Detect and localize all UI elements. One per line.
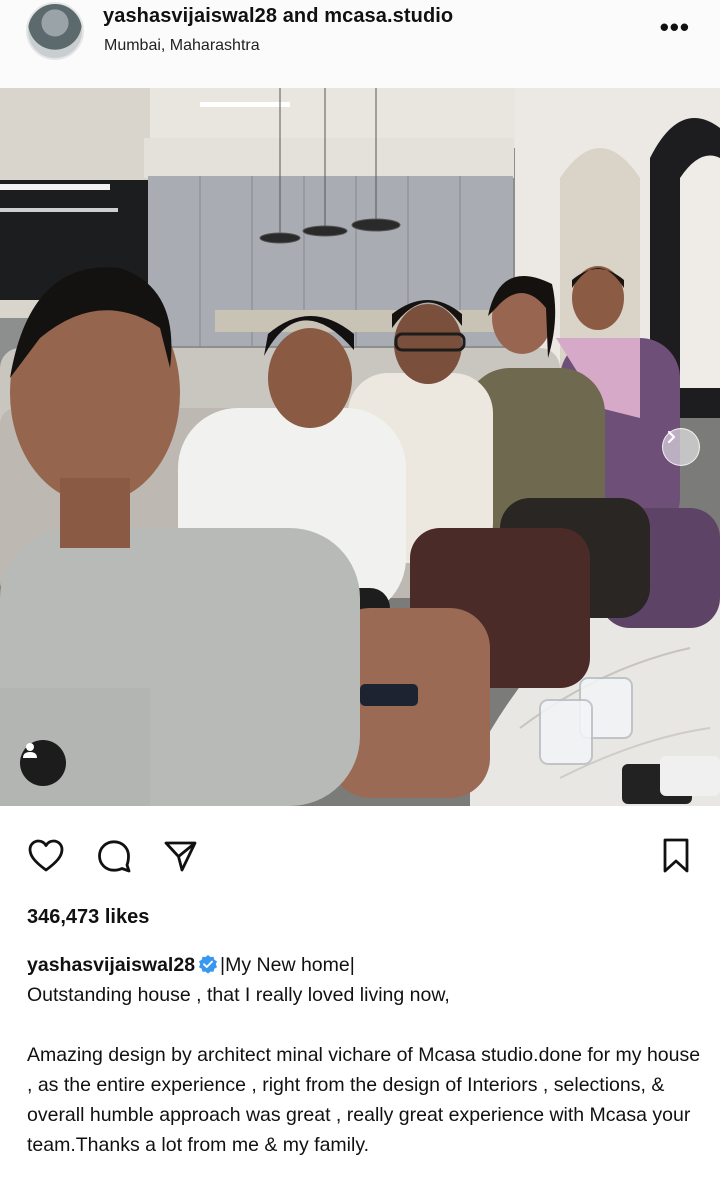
post-action-bar: [0, 826, 720, 884]
caption-username[interactable]: yashasvijaiswal28: [27, 954, 195, 976]
caption-title: |My New home|: [220, 954, 355, 976]
photo-illustration: [0, 88, 720, 806]
tagged-users-button[interactable]: [20, 740, 66, 786]
verified-badge-icon: [199, 955, 218, 974]
send-icon: [164, 841, 197, 872]
comment-button[interactable]: [92, 834, 136, 878]
post-caption: yashasvijaiswal28 |My New home| Outstand…: [27, 950, 707, 1160]
more-horizontal-icon[interactable]: •••: [660, 14, 690, 40]
heart-icon: [28, 839, 64, 872]
post-authors[interactable]: yashasvijaiswal28 and mcasa.studio: [103, 5, 453, 28]
post-header: yashasvijaiswal28 and mcasa.studio Mumba…: [0, 0, 720, 88]
comment-icon: [98, 840, 131, 873]
likes-count[interactable]: 346,473 likes: [27, 906, 149, 929]
save-button[interactable]: [654, 834, 698, 878]
carousel-next-button[interactable]: [662, 428, 700, 466]
chevron-right-icon: [667, 430, 676, 444]
caption-first-line: yashasvijaiswal28 |My New home|: [27, 950, 707, 980]
user-icon: [23, 743, 37, 758]
author-avatar[interactable]: [26, 2, 84, 60]
caption-line-1: Outstanding house , that I really loved …: [27, 984, 450, 1006]
bookmark-icon: [663, 838, 689, 873]
like-button[interactable]: [24, 834, 68, 878]
post-location[interactable]: Mumbai, Maharashtra: [104, 37, 260, 55]
post-photo[interactable]: [0, 88, 720, 806]
share-button[interactable]: [158, 834, 202, 878]
caption-body: Amazing design by architect minal vichar…: [27, 1044, 701, 1156]
